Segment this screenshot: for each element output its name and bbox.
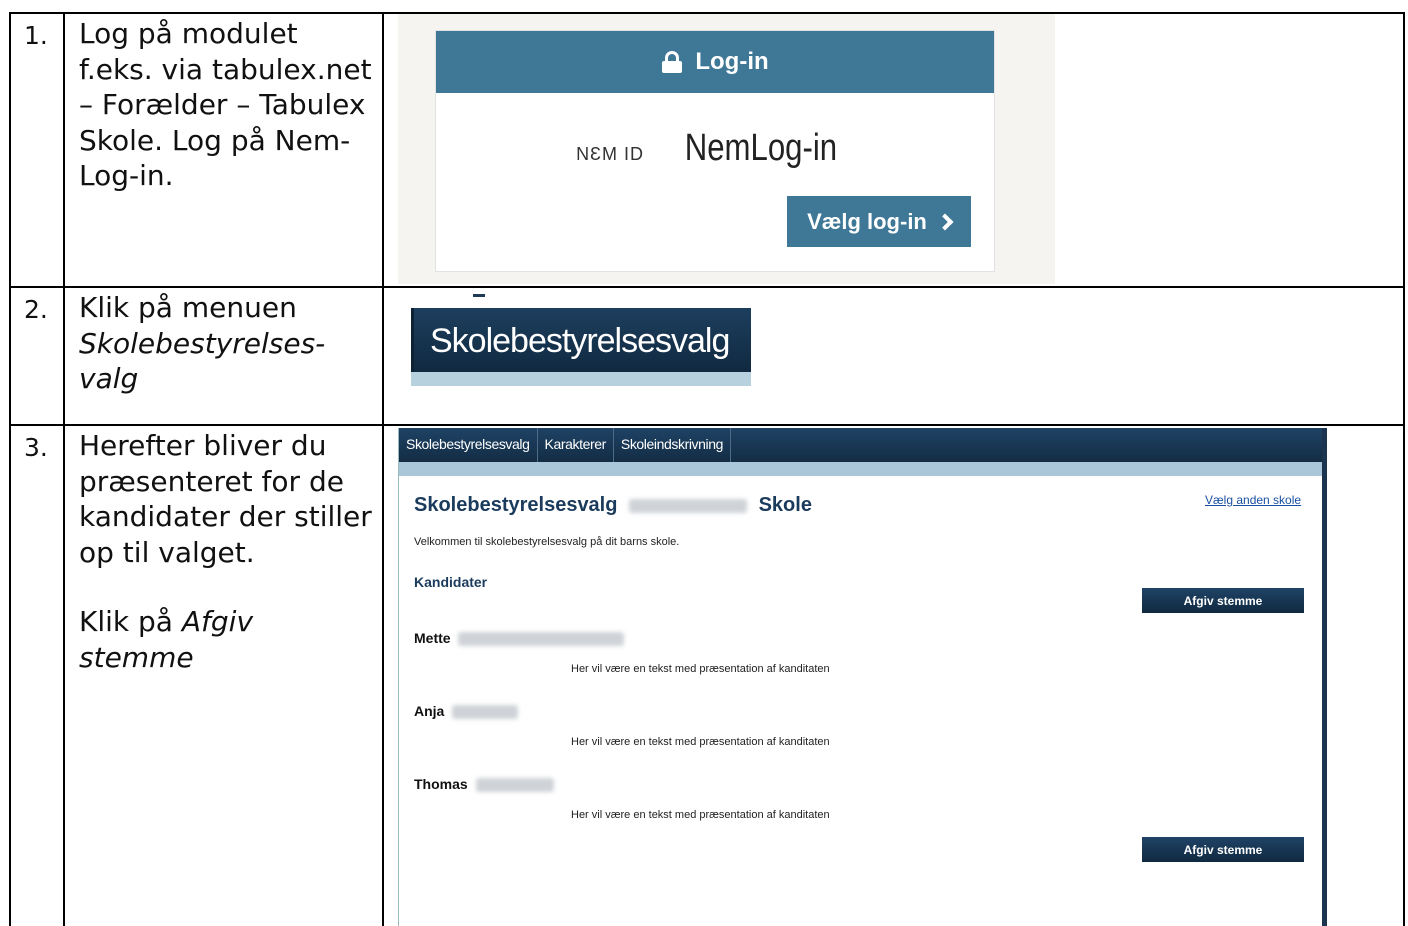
page-right-border [1322, 428, 1327, 926]
step-number: 2. [9, 286, 65, 426]
login-panel: Log-in NƐM ID NemLog-in Vælg log-in [435, 30, 995, 272]
candidates-heading: Kandidater [414, 574, 488, 590]
candidate-description: Her vil være en tekst med præsentation a… [571, 736, 830, 748]
step-text: Klik på menuen Skolebestyrelses-valg [63, 286, 384, 426]
step-text-line: Herefter bliver du præsenteret for de ka… [79, 429, 372, 569]
login-header-label: Log-in [695, 48, 769, 75]
top-nav: Skolebestyrelsesvalg Karakterer Skoleind… [399, 428, 1323, 462]
redacted-surname [475, 778, 554, 793]
nemlogin-wordmark: NemLog-in [684, 127, 838, 169]
step-text-emphasis: Skolebestyrelses-valg [79, 326, 326, 396]
vote-button-bottom[interactable]: Afgiv stemme [1142, 837, 1304, 862]
redacted-surname [458, 632, 625, 647]
candidate-description: Her vil være en tekst med præsentation a… [571, 663, 830, 675]
change-school-link[interactable]: Vælg anden skole [1205, 493, 1301, 507]
step-text: Log på modulet f.eks. via tabulex.net – … [63, 12, 384, 288]
menu-item-skolebestyrelsesvalg[interactable]: Skolebestyrelsesvalg [411, 308, 751, 372]
page-title-prefix: Skolebestyrelsesvalg [414, 494, 618, 516]
nav-item-karakterer[interactable]: Karakterer [538, 428, 614, 462]
step-number: 3. [9, 424, 65, 926]
nemid-mark: NƐM ID [576, 144, 644, 164]
step-text-line: Klik på menuen Skolebestyrelses-valg [79, 290, 374, 397]
login-header: Log-in [436, 31, 994, 93]
menu-crop: Skolebestyrelsesvalg [411, 294, 751, 386]
step-screenshot-login: Log-in NƐM ID NemLog-in Vælg log-in [382, 12, 1405, 288]
instruction-table: 1. Log på modulet f.eks. via tabulex.net… [9, 12, 1405, 926]
step-row-2: 2. Klik på menuen Skolebestyrelses-valg … [9, 286, 1405, 426]
step-screenshot-vote: Skolebestyrelsesvalg Karakterer Skoleind… [382, 424, 1405, 926]
vote-page: Skolebestyrelsesvalg Karakterer Skoleind… [398, 428, 1327, 926]
choose-login-button[interactable]: Vælg log-in [787, 196, 971, 247]
step-row-1: 1. Log på modulet f.eks. via tabulex.net… [9, 12, 1405, 288]
nav-item-skolebestyrelsesvalg[interactable]: Skolebestyrelsesvalg [399, 428, 538, 462]
step-text-prefix: Klik på menuen [79, 291, 297, 324]
step-text-line: Log på modulet f.eks. via tabulex.net – … [79, 17, 372, 192]
choose-login-label: Vælg log-in [807, 208, 927, 234]
redacted-surname [452, 705, 519, 720]
step-text-line: Klik på Afgiv stemme [79, 604, 374, 675]
page-title-suffix: Skole [758, 494, 812, 516]
candidate-description: Her vil være en tekst med præsentation a… [571, 809, 830, 821]
menu-tick [473, 294, 485, 297]
candidate-name: Thomas [414, 776, 554, 793]
menu-subbar [411, 372, 751, 386]
sub-nav-bar [399, 462, 1323, 476]
redacted-school-name [629, 498, 748, 513]
step-row-3: 3. Herefter bliver du præsenteret for de… [9, 424, 1405, 926]
welcome-text: Velkommen til skolebestyrelsesvalg på di… [414, 536, 680, 548]
nav-item-skoleindskrivning[interactable]: Skoleindskrivning [614, 428, 732, 462]
candidate-name: Mette [414, 630, 625, 647]
step-text-prefix: Klik på [79, 605, 182, 638]
login-panel-background: Log-in NƐM ID NemLog-in Vælg log-in [398, 14, 1055, 284]
vote-button-top[interactable]: Afgiv stemme [1142, 588, 1304, 613]
step-screenshot-menu: Skolebestyrelsesvalg [382, 286, 1405, 426]
step-number: 1. [9, 12, 65, 288]
chevron-right-icon [936, 213, 954, 230]
lock-icon [661, 51, 683, 73]
step-text: Herefter bliver du præsenteret for de ka… [63, 424, 384, 926]
candidate-name: Anja [414, 703, 519, 720]
page-title: Skolebestyrelsesvalg Skole [414, 494, 812, 517]
nemid-logo: NƐM ID NemLog-in [436, 127, 994, 170]
